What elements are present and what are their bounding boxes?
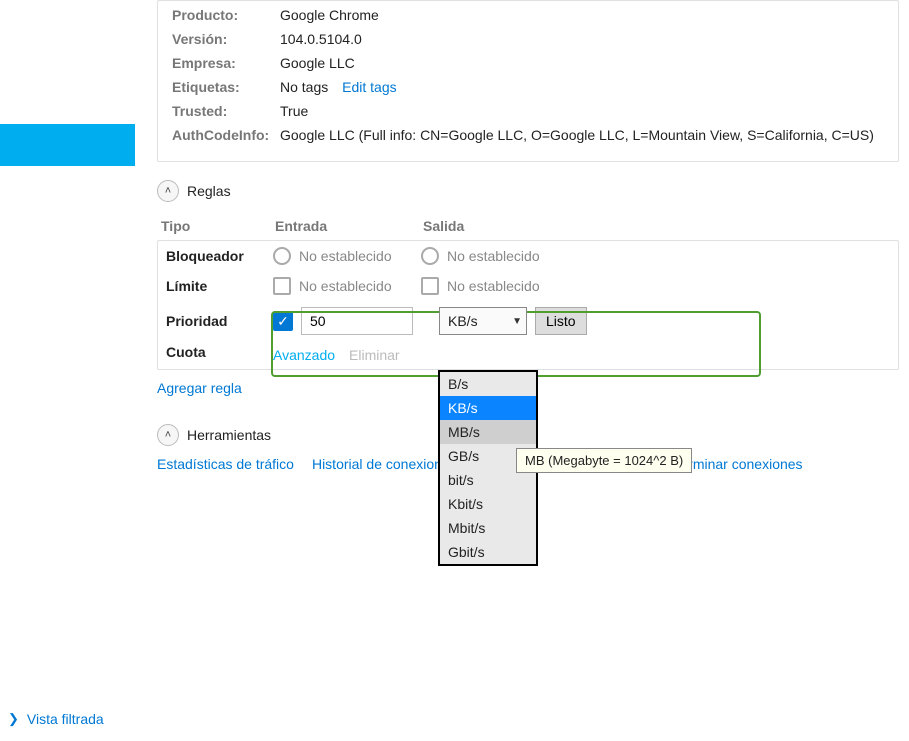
rule-row-prioridad: Prioridad ✓ KB/s ▼ Listo <box>158 301 898 341</box>
value-etiquetas: No tags <box>280 79 328 95</box>
tools-section-title: Herramientas <box>187 427 271 443</box>
unit-option[interactable]: Kbit/s <box>440 492 536 516</box>
priority-done-button[interactable]: Listo <box>535 307 587 335</box>
rule-row-bloqueador: Bloqueador No establecido No establecido <box>158 241 898 271</box>
value-producto: Google Chrome <box>280 7 884 23</box>
label-producto: Producto: <box>172 7 280 23</box>
radio-empty-icon <box>421 247 439 265</box>
unit-option[interactable]: Gbit/s <box>440 540 536 564</box>
header-salida: Salida <box>423 218 571 234</box>
check-icon: ✓ <box>277 313 289 330</box>
chevron-up-icon: ˄ <box>165 185 171 197</box>
value-empresa: Google LLC <box>280 55 884 71</box>
info-card: Producto: Google Chrome Versión: 104.0.5… <box>157 0 899 162</box>
tool-link-end-connections[interactable]: Terminar conexiones <box>673 456 802 472</box>
chevron-up-icon: ˄ <box>165 429 171 441</box>
radio-empty-icon <box>273 247 291 265</box>
sidebar-active-item[interactable] <box>0 124 135 166</box>
label-version: Versión: <box>172 31 280 47</box>
edit-tags-link[interactable]: Edit tags <box>342 79 396 95</box>
unit-option[interactable]: MB/s <box>440 420 536 444</box>
bloqueador-entrada-cell[interactable]: No establecido <box>273 247 421 265</box>
limite-salida-cell[interactable]: No establecido <box>421 277 569 295</box>
unit-tooltip: MB (Megabyte = 1024^2 B) <box>516 448 692 473</box>
chevron-right-icon: ❯ <box>8 711 19 727</box>
rules-section-title: Reglas <box>187 183 231 199</box>
collapse-rules-button[interactable]: ˄ <box>157 180 179 202</box>
label-authcode: AuthCodeInfo: <box>172 127 280 143</box>
rules-card: Bloqueador No establecido No establecido… <box>157 240 899 370</box>
priority-unit-select[interactable]: KB/s ▼ <box>439 307 527 335</box>
header-entrada: Entrada <box>275 218 423 234</box>
unit-option[interactable]: Mbit/s <box>440 516 536 540</box>
label-trusted: Trusted: <box>172 103 280 119</box>
header-tipo: Tipo <box>157 218 275 234</box>
label-etiquetas: Etiquetas: <box>172 79 280 95</box>
filtered-view-label: Vista filtrada <box>27 711 104 727</box>
priority-enable-checkbox[interactable]: ✓ <box>273 311 293 331</box>
filtered-view-link[interactable]: ❯ Vista filtrada <box>8 711 104 727</box>
rule-row-cuota: Cuota Avanzado Eliminar <box>158 341 898 369</box>
collapse-tools-button[interactable]: ˄ <box>157 424 179 446</box>
rule-label-limite: Límite <box>158 278 273 294</box>
rule-label-prioridad: Prioridad <box>158 313 273 329</box>
priority-advanced-link[interactable]: Avanzado <box>273 347 335 363</box>
bloqueador-salida-cell[interactable]: No establecido <box>421 247 569 265</box>
rule-label-bloqueador: Bloqueador <box>158 248 273 264</box>
checkbox-empty-icon <box>421 277 439 295</box>
priority-delete-link[interactable]: Eliminar <box>349 347 400 363</box>
unit-option[interactable]: KB/s <box>440 396 536 420</box>
priority-unit-selected: KB/s <box>448 313 478 329</box>
tool-link-traffic-stats[interactable]: Estadísticas de tráfico <box>157 456 294 472</box>
value-trusted: True <box>280 103 884 119</box>
rule-row-limite: Límite No establecido No establecido <box>158 271 898 301</box>
rule-label-cuota: Cuota <box>158 344 273 360</box>
chevron-down-icon: ▼ <box>512 316 522 327</box>
priority-value-input[interactable] <box>301 307 413 335</box>
value-version: 104.0.5104.0 <box>280 31 884 47</box>
value-authcode: Google LLC (Full info: CN=Google LLC, O=… <box>280 127 884 143</box>
unit-option[interactable]: B/s <box>440 372 536 396</box>
limite-entrada-cell[interactable]: No establecido <box>273 277 421 295</box>
label-empresa: Empresa: <box>172 55 280 71</box>
tool-link-conn-history[interactable]: Historial de conexiones <box>312 456 457 472</box>
add-rule-link[interactable]: Agregar regla <box>157 380 242 396</box>
checkbox-empty-icon <box>273 277 291 295</box>
rules-table-header: Tipo Entrada Salida <box>157 212 899 240</box>
